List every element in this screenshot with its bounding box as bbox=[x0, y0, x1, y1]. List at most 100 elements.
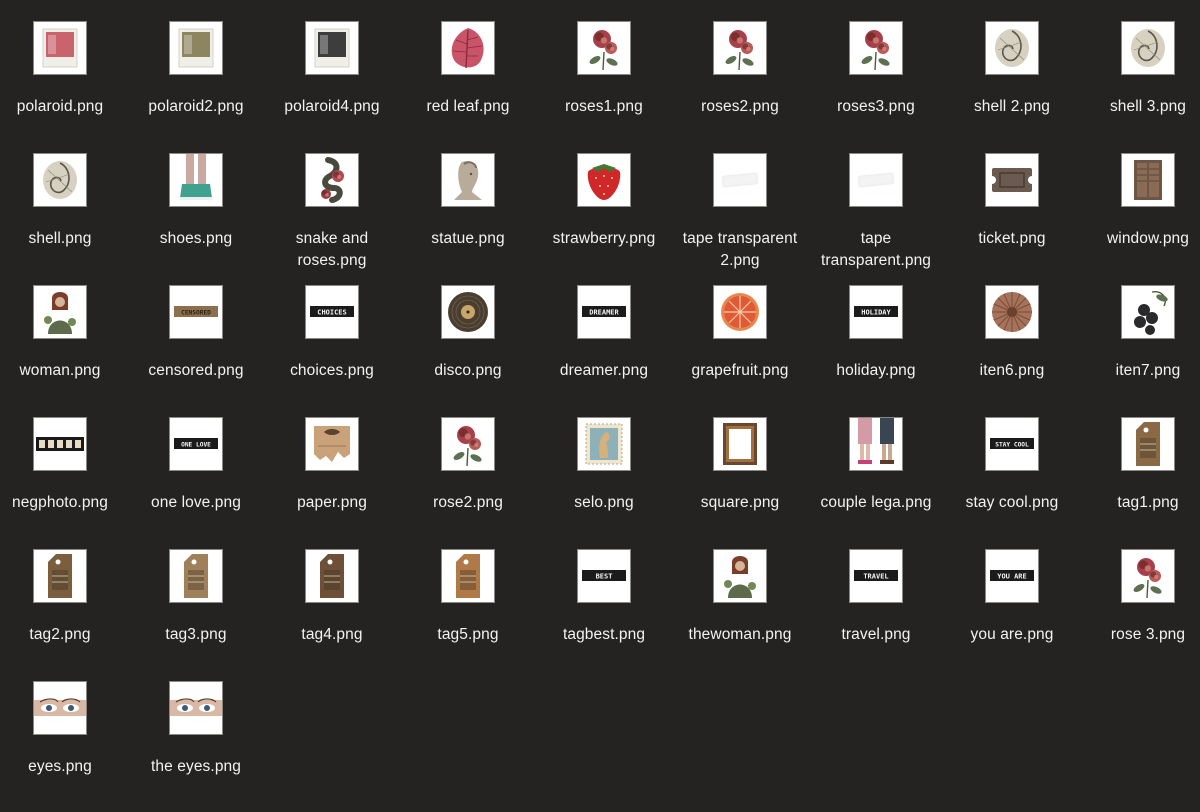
file-item[interactable]: selo.png bbox=[536, 416, 672, 548]
shell-icon bbox=[986, 22, 1038, 74]
file-name-label: paper.png bbox=[297, 494, 367, 511]
file-item[interactable]: tag5.png bbox=[400, 548, 536, 680]
stamp-icon bbox=[578, 418, 630, 470]
file-item[interactable]: grapefruit.png bbox=[672, 284, 808, 416]
file-item[interactable]: iten6.png bbox=[944, 284, 1080, 416]
file-item[interactable]: woman.png bbox=[0, 284, 128, 416]
woman-icon bbox=[34, 286, 86, 338]
file-name-label: tag5.png bbox=[437, 626, 499, 643]
file-name-label: tag3.png bbox=[165, 626, 227, 643]
file-name-label: negphoto.png bbox=[11, 494, 109, 511]
file-item[interactable]: strawberry.png bbox=[536, 152, 672, 284]
file-item[interactable]: YOU ARE you are.png bbox=[944, 548, 1080, 680]
file-item[interactable]: tag4.png bbox=[264, 548, 400, 680]
file-item[interactable]: statue.png bbox=[400, 152, 536, 284]
berries-icon bbox=[1122, 286, 1174, 338]
shell-icon bbox=[1122, 22, 1174, 74]
file-item[interactable]: couple lega.png bbox=[808, 416, 944, 548]
tag-icon bbox=[442, 550, 494, 602]
label-icon: STAY COOL bbox=[986, 418, 1038, 470]
grapefruit-icon bbox=[714, 286, 766, 338]
file-name-label: stay cool.png bbox=[965, 494, 1059, 511]
file-item[interactable]: shell.png bbox=[0, 152, 128, 284]
window-icon bbox=[1122, 154, 1174, 206]
file-name-label: disco.png bbox=[434, 362, 502, 379]
file-name-label: tape transparent.png bbox=[820, 230, 932, 269]
file-item[interactable]: the eyes.png bbox=[128, 680, 264, 812]
svg-text:STAY COOL: STAY COOL bbox=[995, 441, 1029, 448]
svg-text:YOU ARE: YOU ARE bbox=[997, 572, 1027, 580]
file-name-label: eyes.png bbox=[28, 758, 92, 775]
file-item[interactable]: polaroid4.png bbox=[264, 20, 400, 152]
file-item[interactable]: polaroid.png bbox=[0, 20, 128, 152]
tag-icon bbox=[1122, 418, 1174, 470]
file-name-label: square.png bbox=[700, 494, 780, 511]
file-item[interactable]: square.png bbox=[672, 416, 808, 548]
file-item[interactable]: shell 2.png bbox=[944, 20, 1080, 152]
file-name-label: rose2.png bbox=[433, 494, 503, 511]
file-name-label: thewoman.png bbox=[688, 626, 792, 643]
file-item[interactable]: TRAVEL travel.png bbox=[808, 548, 944, 680]
tag-icon bbox=[306, 550, 358, 602]
file-item[interactable]: roses1.png bbox=[536, 20, 672, 152]
file-name-label: choices.png bbox=[290, 362, 374, 379]
file-item[interactable]: tape transparent 2.png bbox=[672, 152, 808, 284]
file-item[interactable]: roses2.png bbox=[672, 20, 808, 152]
file-item[interactable]: CENSORED censored.png bbox=[128, 284, 264, 416]
label-icon: CENSORED bbox=[170, 286, 222, 338]
svg-text:BEST: BEST bbox=[596, 572, 613, 580]
file-item[interactable]: STAY COOL stay cool.png bbox=[944, 416, 1080, 548]
eyes-icon bbox=[34, 682, 86, 734]
file-name-label: tag2.png bbox=[29, 626, 91, 643]
file-item[interactable]: eyes.png bbox=[0, 680, 128, 812]
file-item[interactable]: BEST tagbest.png bbox=[536, 548, 672, 680]
file-item[interactable]: iten7.png bbox=[1080, 284, 1200, 416]
statue-icon bbox=[442, 154, 494, 206]
rose-icon bbox=[714, 22, 766, 74]
file-item[interactable]: window.png bbox=[1080, 152, 1200, 284]
file-name-label: you are.png bbox=[970, 626, 1054, 643]
file-item[interactable]: tag2.png bbox=[0, 548, 128, 680]
rose-icon bbox=[442, 418, 494, 470]
file-item[interactable]: tape transparent.png bbox=[808, 152, 944, 284]
file-item[interactable]: tag3.png bbox=[128, 548, 264, 680]
svg-text:TRAVEL: TRAVEL bbox=[863, 572, 888, 580]
file-name-label: censored.png bbox=[148, 362, 244, 379]
shoes-icon bbox=[170, 154, 222, 206]
rose-icon bbox=[1122, 550, 1174, 602]
file-item[interactable]: ONE LOVE one love.png bbox=[128, 416, 264, 548]
file-name-label: tag4.png bbox=[301, 626, 363, 643]
file-item[interactable]: DREAMER dreamer.png bbox=[536, 284, 672, 416]
file-item[interactable]: polaroid2.png bbox=[128, 20, 264, 152]
file-name-label: shell.png bbox=[28, 230, 92, 247]
woman-icon bbox=[714, 550, 766, 602]
legs-icon bbox=[850, 418, 902, 470]
file-item[interactable]: shoes.png bbox=[128, 152, 264, 284]
vinyl-icon bbox=[442, 286, 494, 338]
file-item[interactable]: CHOICES choices.png bbox=[264, 284, 400, 416]
file-name-label: roses1.png bbox=[565, 98, 643, 115]
file-item[interactable]: disco.png bbox=[400, 284, 536, 416]
file-item[interactable]: ticket.png bbox=[944, 152, 1080, 284]
file-item[interactable]: roses3.png bbox=[808, 20, 944, 152]
file-item[interactable]: snake and roses.png bbox=[264, 152, 400, 284]
file-item[interactable]: shell 3.png bbox=[1080, 20, 1200, 152]
file-item[interactable]: rose2.png bbox=[400, 416, 536, 548]
label-icon: CHOICES bbox=[306, 286, 358, 338]
file-item[interactable]: tag1.png bbox=[1080, 416, 1200, 548]
file-name-label: strawberry.png bbox=[552, 230, 656, 247]
file-item[interactable]: rose 3.png bbox=[1080, 548, 1200, 680]
file-item[interactable]: paper.png bbox=[264, 416, 400, 548]
file-item[interactable]: red leaf.png bbox=[400, 20, 536, 152]
label-icon: ONE LOVE bbox=[170, 418, 222, 470]
file-name-label: woman.png bbox=[19, 362, 101, 379]
tag-icon bbox=[170, 550, 222, 602]
file-name-label: travel.png bbox=[841, 626, 911, 643]
file-name-label: the eyes.png bbox=[151, 758, 241, 775]
file-item[interactable]: thewoman.png bbox=[672, 548, 808, 680]
file-item[interactable]: negphoto.png bbox=[0, 416, 128, 548]
strawberry-icon bbox=[578, 154, 630, 206]
polaroid-photo-icon bbox=[34, 22, 86, 74]
paper-icon bbox=[306, 418, 358, 470]
file-item[interactable]: HOLIDAY holiday.png bbox=[808, 284, 944, 416]
